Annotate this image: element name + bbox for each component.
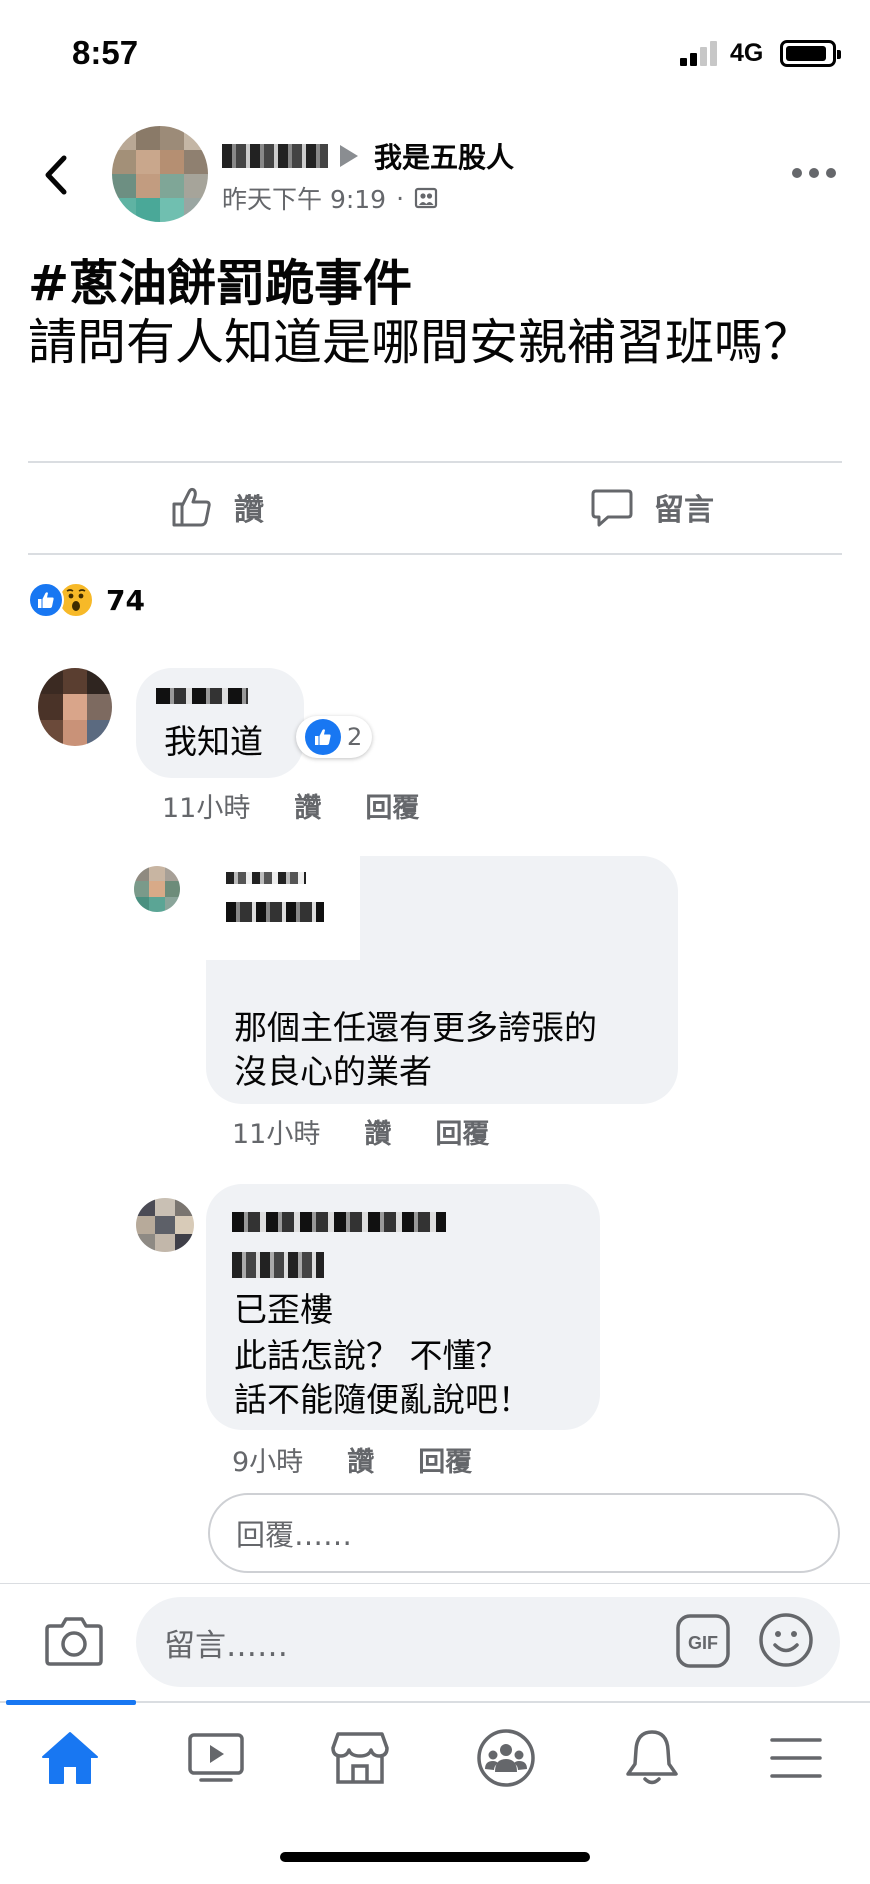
comment-text-line: 此話怎說？ 不懂？ bbox=[234, 1336, 509, 1375]
reactions-summary[interactable]: 74 bbox=[28, 582, 145, 618]
like-icon bbox=[305, 719, 341, 755]
commenter-name-redacted[interactable] bbox=[232, 1212, 446, 1232]
comment-time: 11小時 bbox=[162, 793, 251, 824]
comment-text: 我知道 bbox=[164, 722, 263, 761]
gif-button[interactable]: GIF bbox=[676, 1614, 730, 1668]
compose-bar: 留言…… GIF bbox=[0, 1583, 870, 1701]
reply-input[interactable]: 回覆…… bbox=[208, 1493, 840, 1573]
comment-like-button[interactable]: 讚 bbox=[364, 1112, 391, 1151]
battery-icon bbox=[780, 40, 841, 67]
tab-marketplace[interactable] bbox=[324, 1727, 396, 1789]
commenter-avatar[interactable] bbox=[38, 668, 112, 746]
commenter-name-redacted[interactable] bbox=[156, 688, 248, 704]
more-dot-icon bbox=[826, 168, 836, 178]
comment-placeholder: 留言…… bbox=[164, 1627, 288, 1664]
watch-icon bbox=[188, 1733, 244, 1782]
commenter-avatar[interactable] bbox=[134, 866, 180, 912]
comment-meta: 11小時 讚 回覆 bbox=[162, 786, 463, 825]
author-name-redacted[interactable] bbox=[222, 144, 328, 168]
tab-groups[interactable] bbox=[470, 1727, 542, 1789]
comment-reply-button[interactable]: 回覆 bbox=[435, 1112, 489, 1151]
menu-icon bbox=[770, 1738, 822, 1778]
arrow-right-icon bbox=[340, 145, 358, 167]
notifications-icon bbox=[626, 1730, 678, 1785]
comment-bubble[interactable]: 那個主任還有更多誇張的 沒良心的業者 bbox=[194, 856, 678, 1104]
tab-menu[interactable] bbox=[760, 1727, 832, 1789]
reaction-count: 74 bbox=[106, 583, 145, 617]
home-icon bbox=[42, 1732, 98, 1784]
post-action-bar: 讚 留言 bbox=[28, 463, 842, 553]
quoted-name-redacted bbox=[194, 856, 360, 960]
reply-placeholder: 回覆…… bbox=[236, 1518, 353, 1552]
like-button[interactable]: 讚 bbox=[170, 485, 264, 529]
comment-time: 9小時 bbox=[232, 1447, 304, 1478]
tab-home[interactable] bbox=[34, 1727, 106, 1789]
groups-icon bbox=[477, 1729, 535, 1787]
status-time: 8:57 bbox=[72, 34, 139, 71]
more-options-button[interactable] bbox=[792, 168, 836, 182]
active-tab-indicator bbox=[6, 1700, 136, 1705]
thumbs-up-icon bbox=[172, 487, 211, 527]
author-avatar[interactable] bbox=[112, 126, 208, 222]
comment-like-count[interactable]: 2 bbox=[296, 716, 373, 758]
comment-meta: 11小時 讚 回覆 bbox=[232, 1112, 533, 1151]
like-count: 2 bbox=[347, 723, 363, 751]
comment-reply-button[interactable]: 回覆 bbox=[365, 786, 419, 825]
comment-text-line: 沒良心的業者 bbox=[234, 1052, 432, 1091]
comment-reply-button[interactable]: 回覆 bbox=[418, 1440, 472, 1479]
gif-icon: GIF bbox=[676, 1614, 730, 1668]
home-indicator bbox=[280, 1852, 590, 1862]
comment-bubble[interactable]: 我知道 bbox=[136, 668, 304, 778]
commenter-avatar[interactable] bbox=[136, 1198, 194, 1252]
emoji-icon bbox=[759, 1613, 813, 1667]
post-hashtag[interactable]: #蔥油餅罰跪事件 bbox=[28, 254, 848, 313]
emoji-button[interactable] bbox=[758, 1612, 814, 1668]
comment-time: 11小時 bbox=[232, 1119, 321, 1150]
like-icon bbox=[28, 582, 64, 618]
more-dot-icon bbox=[792, 168, 802, 178]
camera-button[interactable] bbox=[44, 1614, 104, 1668]
comment-label: 留言 bbox=[654, 493, 714, 528]
post-timestamp[interactable]: 昨天下午 9:19 bbox=[222, 180, 386, 216]
post-body: 請問有人知道是哪間安親補習班嗎？ bbox=[28, 314, 813, 371]
like-label: 讚 bbox=[234, 493, 264, 528]
status-bar: 8:57 4G bbox=[0, 0, 870, 110]
more-dot-icon bbox=[809, 168, 819, 178]
tab-watch[interactable] bbox=[180, 1727, 252, 1789]
comment-text-line: 話不能隨便亂說吧！ bbox=[234, 1380, 531, 1419]
divider bbox=[28, 553, 842, 555]
post-meta: 昨天下午 9:19 · bbox=[222, 180, 438, 216]
quoted-name-redacted bbox=[232, 1252, 324, 1278]
gif-label: GIF bbox=[688, 1633, 718, 1653]
comment-button[interactable]: 留言 bbox=[590, 485, 714, 529]
network-type: 4G bbox=[730, 39, 764, 67]
comment-text-line: 已歪樓 bbox=[234, 1290, 333, 1329]
comment-like-button[interactable]: 讚 bbox=[347, 1440, 374, 1479]
group-icon bbox=[414, 187, 438, 209]
camera-icon bbox=[45, 1617, 103, 1666]
cellular-signal-icon bbox=[680, 40, 720, 66]
post-content: #蔥油餅罰跪事件 請問有人知道是哪間安親補習班嗎？ bbox=[28, 254, 848, 372]
comment-icon bbox=[591, 489, 633, 527]
comment-like-button[interactable]: 讚 bbox=[294, 786, 321, 825]
comment-bubble[interactable]: 已歪樓 此話怎說？ 不懂？ 話不能隨便亂說吧！ bbox=[206, 1184, 600, 1430]
comment-text-line: 那個主任還有更多誇張的 bbox=[234, 1008, 597, 1047]
marketplace-icon bbox=[331, 1732, 389, 1784]
comment-meta: 9小時 讚 回覆 bbox=[232, 1440, 516, 1479]
post-header: 我是五股人 bbox=[222, 136, 514, 176]
group-name[interactable]: 我是五股人 bbox=[374, 136, 514, 176]
tab-notifications[interactable] bbox=[616, 1727, 688, 1789]
chevron-left-icon bbox=[45, 155, 67, 195]
meta-separator: · bbox=[396, 183, 405, 213]
back-button[interactable] bbox=[36, 150, 76, 200]
comment-input[interactable]: 留言…… bbox=[136, 1597, 840, 1687]
bottom-tab-bar bbox=[0, 1700, 870, 1816]
